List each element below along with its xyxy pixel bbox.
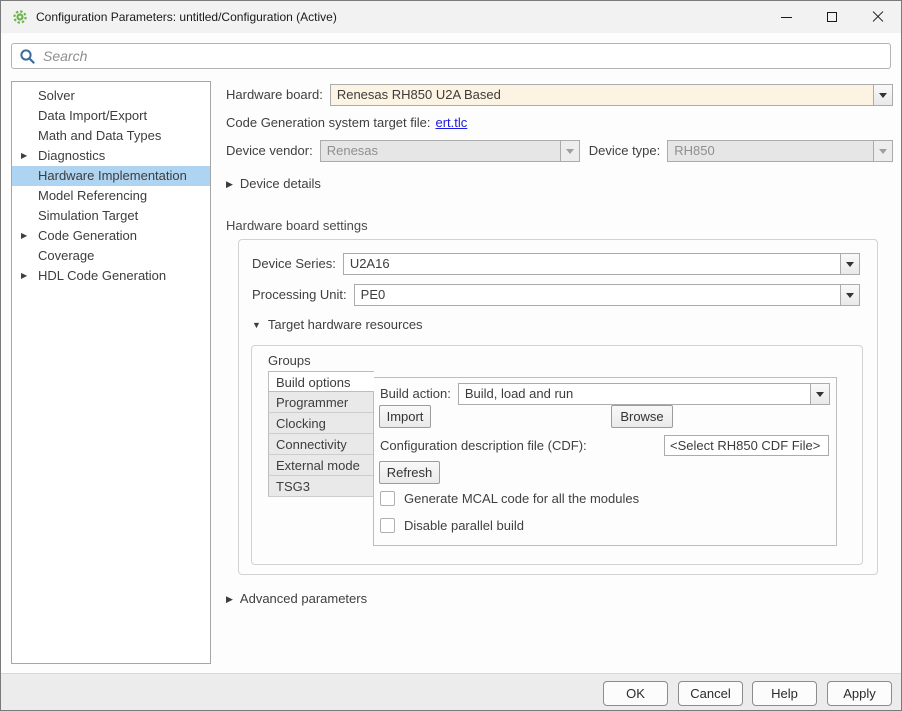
hardware-board-settings-group: Device Series: U2A16 Processing Unit: PE… (238, 239, 878, 575)
target-hardware-resources-expander[interactable]: ▼Target hardware resources (252, 317, 423, 332)
tab-external-mode[interactable]: External mode (268, 455, 373, 476)
device-vendor-label: Device vendor: (226, 140, 313, 162)
sidebar-item-model-referencing[interactable]: Model Referencing (12, 186, 210, 206)
generate-mcal-checkbox[interactable] (380, 491, 395, 506)
sidebar-item-diagnostics[interactable]: ▶Diagnostics (12, 146, 210, 166)
expand-arrow-icon[interactable]: ▶ (21, 266, 27, 286)
target-file-label: Code Generation system target file: (226, 115, 431, 130)
tab-build-options[interactable]: Build options (268, 371, 374, 392)
configuration-parameters-window: Configuration Parameters: untitled/Confi… (0, 0, 902, 711)
chevron-down-icon (846, 293, 854, 298)
device-type-combobox: RH850 (667, 140, 893, 162)
device-series-combobox[interactable]: U2A16 (343, 253, 860, 275)
tab-programmer[interactable]: Programmer (268, 392, 373, 413)
sidebar-tree: Solver Data Import/Export Math and Data … (11, 81, 211, 664)
window-title: Configuration Parameters: untitled/Confi… (36, 10, 337, 24)
tab-connectivity[interactable]: Connectivity (268, 434, 373, 455)
processing-unit-combobox[interactable]: PE0 (354, 284, 860, 306)
advanced-parameters-expander[interactable]: ▶Advanced parameters (226, 591, 893, 606)
dropdown-arrow-button (873, 141, 892, 161)
search-input[interactable] (43, 44, 890, 68)
collapsed-arrow-icon: ▶ (226, 594, 233, 605)
sidebar-item-solver[interactable]: Solver (12, 86, 210, 106)
main-panel: Hardware board: Renesas RH850 U2A Based … (226, 81, 893, 606)
chevron-down-icon (846, 262, 854, 267)
generate-mcal-label: Generate MCAL code for all the modules (404, 491, 639, 506)
groups-label: Groups (268, 353, 311, 368)
hardware-board-combobox[interactable]: Renesas RH850 U2A Based (330, 84, 893, 106)
ok-button[interactable]: OK (603, 681, 668, 706)
cdf-label: Configuration description file (CDF): (380, 438, 587, 453)
cancel-button[interactable]: Cancel (678, 681, 743, 706)
disable-parallel-build-checkbox[interactable] (380, 518, 395, 533)
apply-button[interactable]: Apply (827, 681, 892, 706)
search-icon (19, 48, 36, 65)
chevron-down-icon (566, 149, 574, 154)
device-details-expander[interactable]: ▶Device details (226, 176, 893, 191)
sidebar-item-code-generation[interactable]: ▶Code Generation (12, 226, 210, 246)
processing-unit-label: Processing Unit: (252, 284, 347, 306)
build-action-label: Build action: (380, 383, 451, 405)
sidebar-item-hardware-implementation[interactable]: Hardware Implementation (12, 166, 210, 186)
sidebar-item-hdl-code-generation[interactable]: ▶HDL Code Generation (12, 266, 210, 286)
hardware-board-settings-title: Hardware board settings (226, 218, 893, 233)
close-icon (872, 11, 884, 23)
cdf-file-input[interactable] (664, 435, 829, 456)
device-vendor-combobox: Renesas (320, 140, 580, 162)
device-type-label: Device type: (589, 140, 661, 162)
disable-parallel-build-label: Disable parallel build (404, 518, 524, 533)
groups-tab-list: Build options Programmer Clocking Connec… (268, 371, 373, 497)
minimize-icon (781, 17, 792, 18)
maximize-icon (827, 12, 837, 22)
chevron-down-icon (879, 149, 887, 154)
minimize-button[interactable] (763, 1, 809, 33)
browse-button[interactable]: Browse (611, 405, 673, 428)
expand-arrow-icon[interactable]: ▶ (21, 226, 27, 246)
sidebar-item-coverage[interactable]: Coverage (12, 246, 210, 266)
maximize-button[interactable] (809, 1, 855, 33)
tab-clocking[interactable]: Clocking (268, 413, 373, 434)
dropdown-arrow-button[interactable] (873, 85, 892, 105)
dropdown-arrow-button[interactable] (840, 254, 859, 274)
collapsed-arrow-icon: ▶ (226, 179, 233, 190)
search-bar (11, 43, 891, 69)
gear-icon (12, 9, 28, 25)
dropdown-arrow-button (560, 141, 579, 161)
help-button[interactable]: Help (752, 681, 817, 706)
title-bar: Configuration Parameters: untitled/Confi… (1, 1, 901, 33)
dropdown-arrow-button[interactable] (840, 285, 859, 305)
sidebar-item-simulation-target[interactable]: Simulation Target (12, 206, 210, 226)
device-series-label: Device Series: (252, 253, 336, 275)
build-options-panel: Build action: Build, load and run Import… (373, 377, 837, 546)
target-hardware-resources-group: Groups Build options Programmer Clocking… (251, 345, 863, 565)
dropdown-arrow-button[interactable] (810, 384, 829, 404)
refresh-button[interactable]: Refresh (379, 461, 440, 484)
import-button[interactable]: Import (379, 405, 431, 428)
target-file-row: Code Generation system target file: ert.t… (226, 115, 893, 130)
sidebar-item-data-import-export[interactable]: Data Import/Export (12, 106, 210, 126)
expand-arrow-icon[interactable]: ▶ (21, 146, 27, 166)
chevron-down-icon (879, 93, 887, 98)
ert-tlc-link[interactable]: ert.tlc (436, 115, 468, 130)
tab-tsg3[interactable]: TSG3 (268, 476, 373, 497)
sidebar-item-math-and-data-types[interactable]: Math and Data Types (12, 126, 210, 146)
close-button[interactable] (855, 1, 901, 33)
hardware-board-label: Hardware board: (226, 84, 323, 106)
chevron-down-icon (816, 392, 824, 397)
expanded-arrow-icon: ▼ (252, 320, 261, 330)
build-action-combobox[interactable]: Build, load and run (458, 383, 830, 405)
footer-bar: OK Cancel Help Apply (1, 673, 901, 711)
